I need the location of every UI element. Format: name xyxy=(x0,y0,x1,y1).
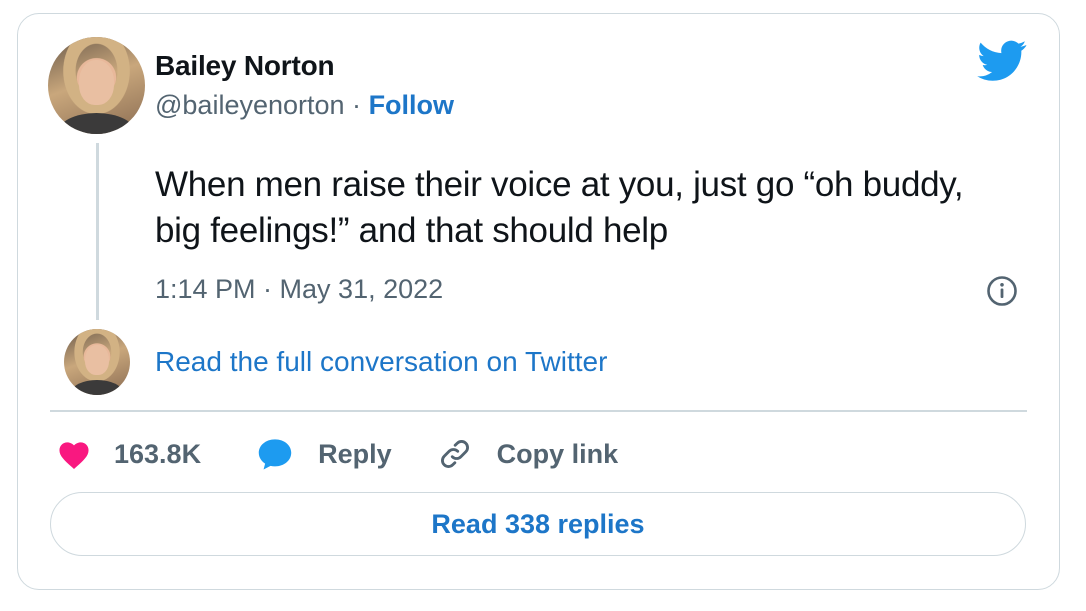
speech-bubble-icon xyxy=(258,439,292,470)
copy-link-label: Copy link xyxy=(496,438,619,469)
tweet-timestamp[interactable]: 1:14 PM · May 31, 2022 xyxy=(155,274,443,305)
link-icon xyxy=(440,440,469,468)
info-icon[interactable] xyxy=(986,275,1018,307)
twitter-bird-icon[interactable] xyxy=(977,40,1027,82)
copy-link-button[interactable]: Copy link xyxy=(437,436,619,472)
tweet-text: When men raise their voice at you, just … xyxy=(155,165,964,250)
reply-label: Reply xyxy=(318,438,392,469)
author-avatar[interactable] xyxy=(48,37,145,134)
author-name[interactable]: Bailey Norton xyxy=(155,50,335,82)
avatar-face xyxy=(85,344,109,376)
read-conversation-link[interactable]: Read the full conversation on Twitter xyxy=(155,346,607,378)
divider xyxy=(50,410,1027,412)
reply-button[interactable]: Reply xyxy=(256,437,392,471)
read-replies-label: Read 338 replies xyxy=(431,508,645,539)
author-handle[interactable]: @baileyenorton xyxy=(155,90,345,120)
like-count: 163.8K xyxy=(114,438,202,469)
handle-separator: · xyxy=(352,90,362,120)
thread-line xyxy=(96,143,99,320)
conversation-avatar[interactable] xyxy=(64,329,130,395)
heart-icon xyxy=(59,442,89,469)
follow-link[interactable]: Follow xyxy=(369,90,454,120)
action-bar: 163.8K Reply Copy link xyxy=(56,432,618,476)
like-button[interactable]: 163.8K xyxy=(56,438,201,470)
read-replies-button[interactable]: Read 338 replies xyxy=(50,492,1026,556)
avatar-face xyxy=(79,60,114,105)
author-handle-row: @baileyenorton · Follow xyxy=(155,90,454,121)
